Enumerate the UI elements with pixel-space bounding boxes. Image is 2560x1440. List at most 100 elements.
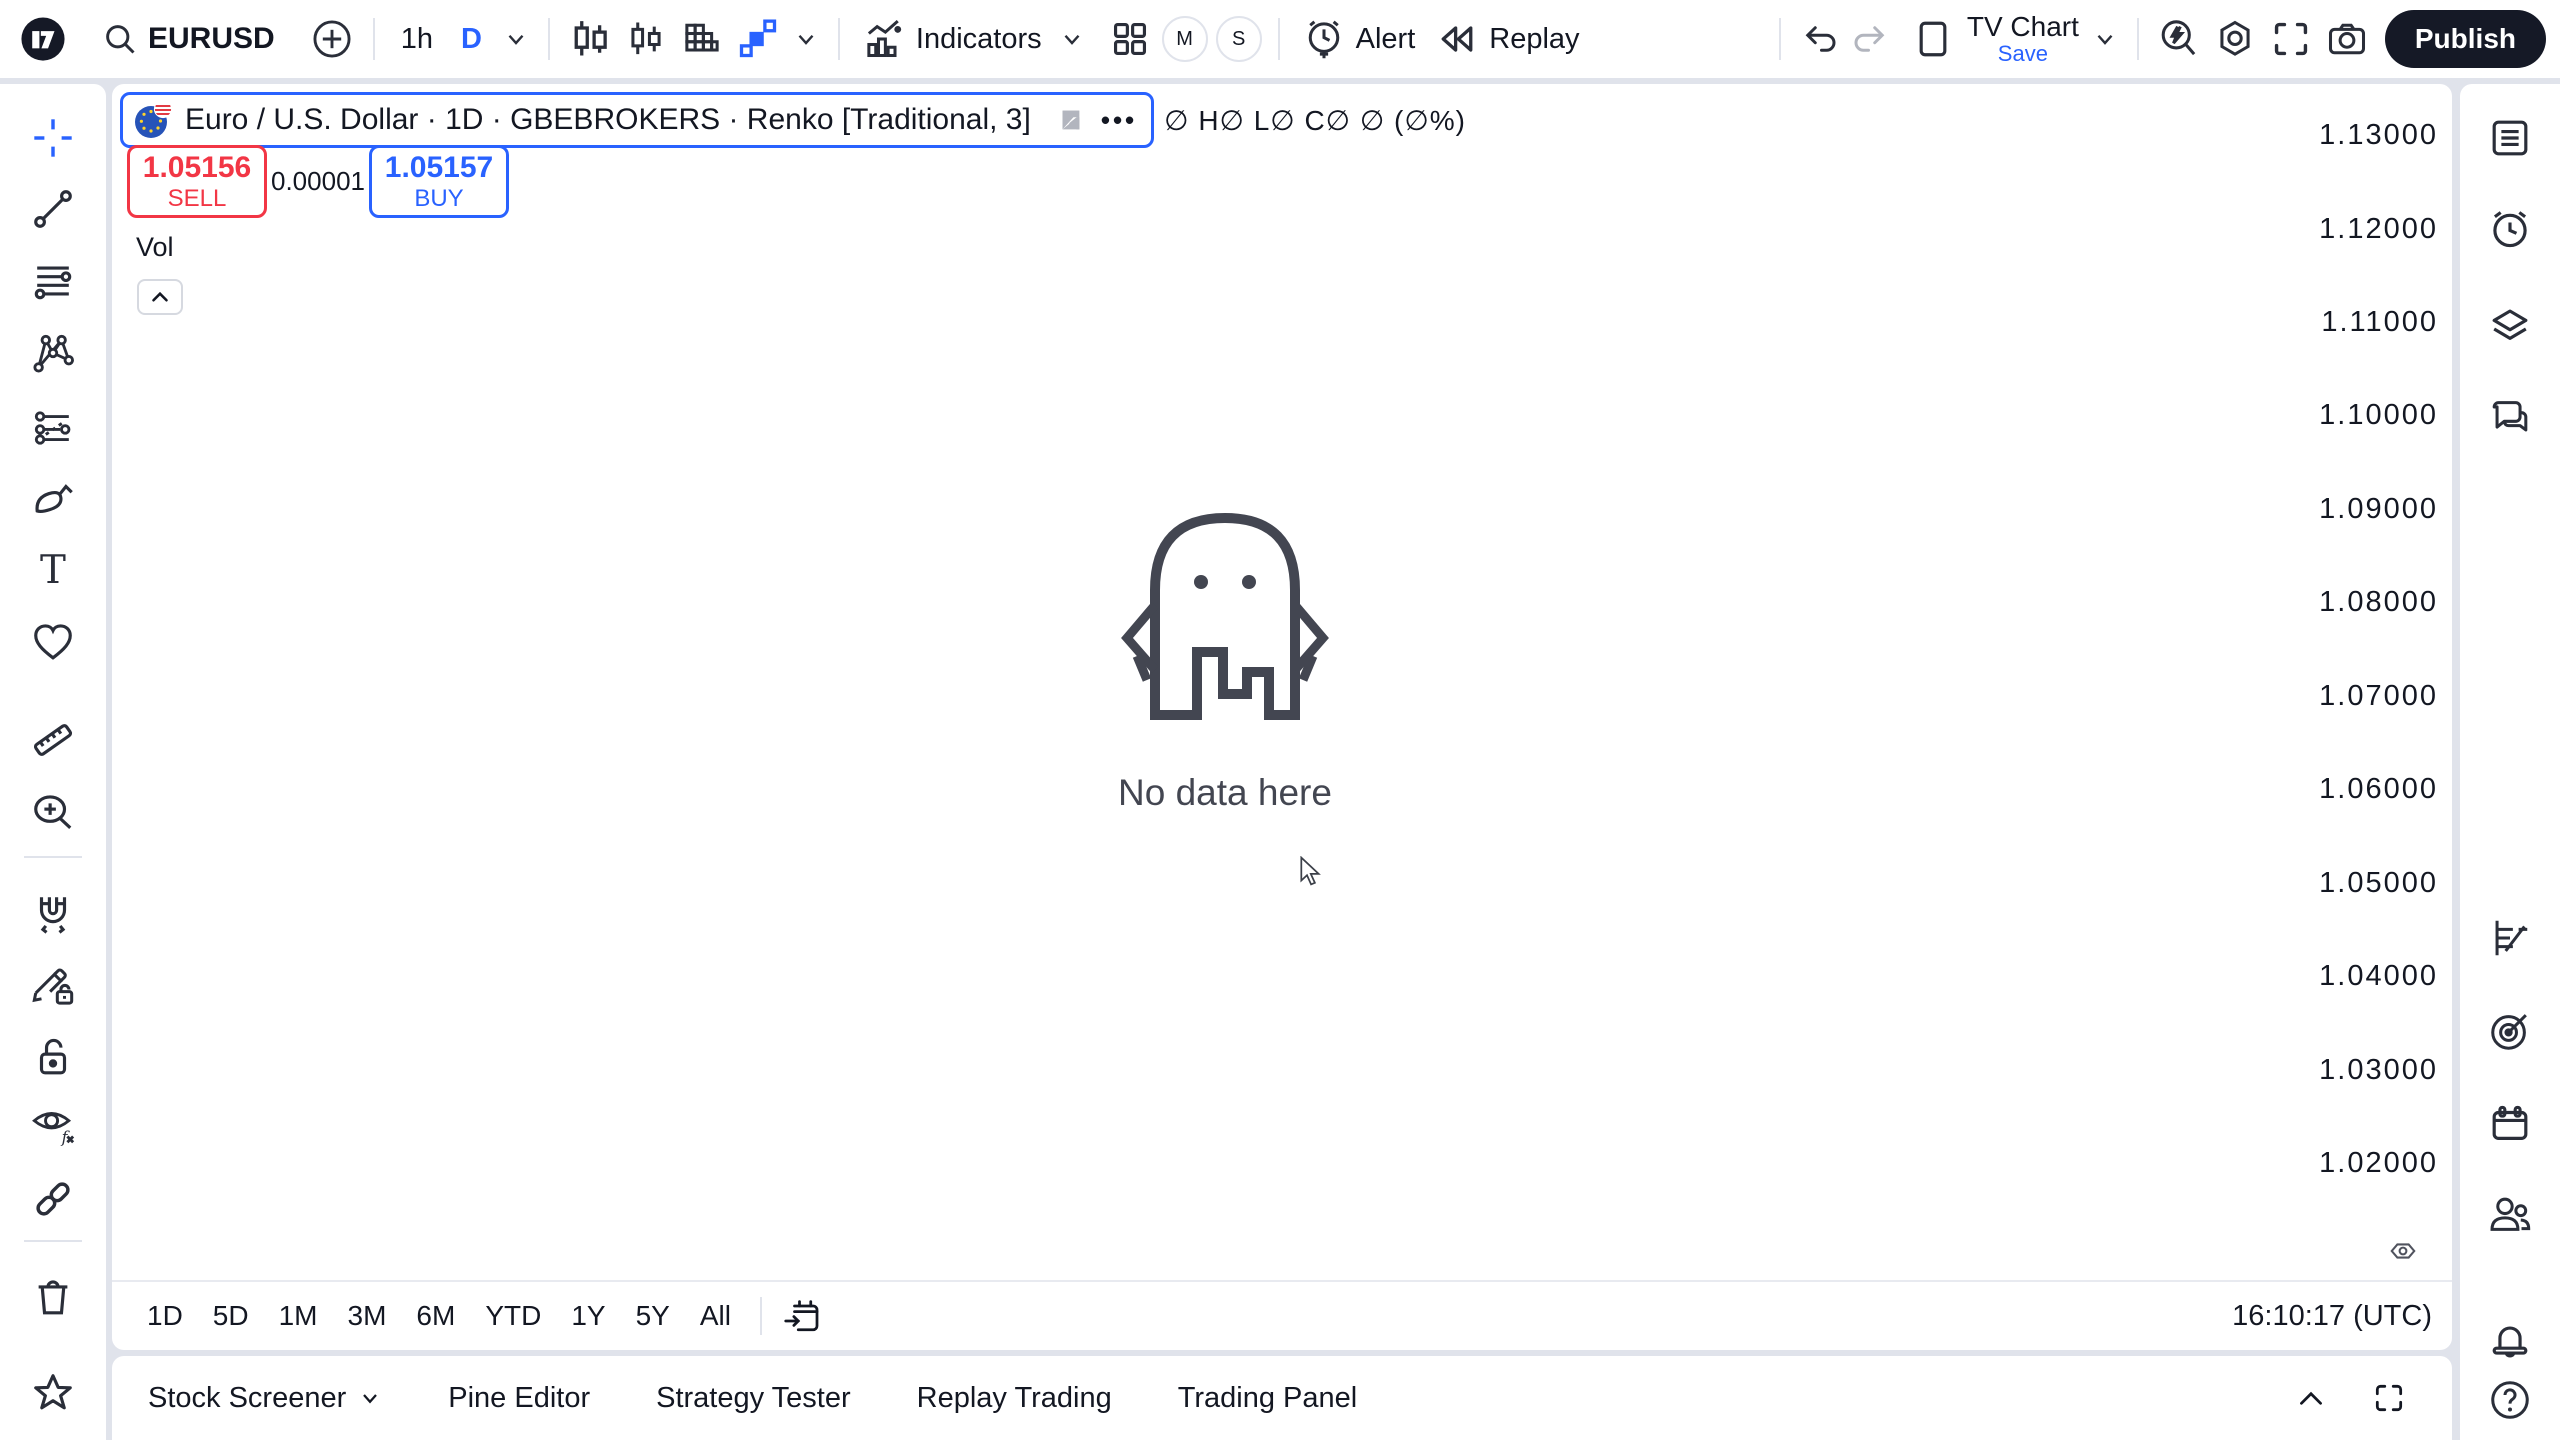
range-button-6m[interactable]: 6M [401,1300,470,1332]
interval-button-1h[interactable]: 1h [387,10,447,68]
expand-panel-chevron-icon[interactable] [2294,1381,2328,1415]
layout-template-button[interactable] [1905,10,1961,68]
price-axis-label[interactable]: 1.11000 [2321,305,2438,339]
quick-search-button[interactable] [2151,10,2207,68]
price-axis-label[interactable]: 1.02000 [2319,1146,2438,1180]
alerts-button[interactable] [2480,199,2540,259]
chart-type-hollow-candles-button[interactable] [618,10,674,68]
replay-label: Replay [1489,23,1579,56]
chat-button[interactable] [2480,387,2540,447]
flag-marker-icon[interactable] [1055,105,1085,135]
buy-button[interactable]: 1.05157 BUY [369,145,509,218]
range-button-ytd[interactable]: YTD [470,1300,556,1332]
sync-drawings-tool[interactable] [23,1169,83,1229]
chart-type-columns-button[interactable] [674,10,730,68]
replay-button[interactable]: Replay [1425,10,1589,68]
drawing-lock-tool[interactable] [23,953,83,1013]
price-axis-label[interactable]: 1.05000 [2319,866,2438,900]
measure-tool[interactable] [23,710,83,770]
chart-pane[interactable]: Euro / U.S. Dollar · 1D · GBEBROKERS · R… [112,84,2452,1350]
layout-grid-button[interactable] [1102,10,1158,68]
zoom-in-tool[interactable] [23,782,83,842]
alarm-clock-icon [2487,206,2533,252]
trend-line-tool[interactable] [23,179,83,239]
layout-menu-button[interactable] [2085,10,2125,68]
indicators-button[interactable]: Indicators [852,10,1052,68]
help-button[interactable] [2480,1370,2540,1430]
volume-study-label[interactable]: Vol [136,232,174,263]
community-button[interactable] [2480,1185,2540,1245]
price-axis-label[interactable]: 1.08000 [2319,585,2438,619]
legend-more-button[interactable]: ••• [1101,105,1137,136]
session-clock[interactable]: 16:10:17 (UTC) [2232,1300,2432,1333]
singlechart-badge[interactable]: S [1216,16,1262,62]
interval-menu-button[interactable] [496,10,536,68]
dom-button[interactable] [2480,908,2540,968]
brush-tool[interactable] [23,468,83,528]
range-button-1y[interactable]: 1Y [556,1300,620,1332]
price-axis-label[interactable]: 1.07000 [2319,679,2438,713]
chart-type-renko-button[interactable] [730,10,786,68]
price-axis-label[interactable]: 1.03000 [2319,1053,2438,1087]
screener-target-button[interactable] [2480,1001,2540,1061]
price-axis-label[interactable]: 1.06000 [2319,772,2438,806]
range-button-all[interactable]: All [685,1300,746,1332]
symbol-search-button[interactable]: EURUSD [90,10,287,68]
interval-button-1d[interactable]: D [447,10,496,68]
magnet-tool[interactable] [23,883,83,943]
alert-button[interactable]: Alert [1292,10,1426,68]
price-axis-label[interactable]: 1.04000 [2319,959,2438,993]
text-tool[interactable]: T [23,540,83,600]
publish-button[interactable]: Publish [2385,10,2546,68]
save-label[interactable]: Save [1998,42,2048,66]
tab-trading-panel[interactable]: Trading Panel [1178,1382,1357,1415]
maximize-panel-icon[interactable] [2372,1381,2406,1415]
price-scale-settings-button[interactable] [2388,1236,2418,1271]
tab-pine-editor[interactable]: Pine Editor [448,1382,590,1415]
notifications-button[interactable] [2480,1311,2540,1371]
watchlist-button[interactable] [2480,108,2540,168]
chart-type-candles-button[interactable] [562,10,618,68]
range-button-5d[interactable]: 5D [198,1300,264,1332]
tab-replay-trading[interactable]: Replay Trading [917,1382,1112,1415]
legend-collapse-button[interactable] [137,279,183,315]
price-axis-label[interactable]: 1.13000 [2319,118,2438,152]
emoji-tool[interactable] [23,612,83,672]
snapshot-button[interactable] [2319,10,2375,68]
chart-type-menu-button[interactable] [786,10,826,68]
watchlist-icon [2487,115,2533,161]
range-button-5y[interactable]: 5Y [621,1300,685,1332]
remove-drawings-tool[interactable] [23,1267,83,1327]
fib-retracement-tool[interactable] [23,251,83,311]
multichart-badge[interactable]: M [1162,16,1208,62]
range-button-1m[interactable]: 1M [264,1300,333,1332]
add-symbol-button[interactable] [303,10,361,68]
redo-button[interactable] [1845,10,1897,68]
tab-strategy-tester[interactable]: Strategy Tester [656,1382,851,1415]
calendar-button[interactable] [2480,1094,2540,1154]
tradingview-logo[interactable] [14,10,72,68]
projection-tool[interactable] [23,398,83,458]
indicators-menu-button[interactable] [1052,10,1092,68]
lock-all-tool[interactable] [23,1027,83,1087]
symbol-button[interactable]: Euro / U.S. Dollar · 1D · GBEBROKERS · R… [120,92,1154,148]
tab-stock-screener[interactable]: Stock Screener [148,1382,382,1415]
hide-drawings-tool[interactable]: f [23,1095,83,1155]
price-axis-label[interactable]: 1.10000 [2319,398,2438,432]
price-axis-label[interactable]: 1.12000 [2319,212,2438,246]
undo-button[interactable] [1793,10,1845,68]
settings-button[interactable] [2207,10,2263,68]
xabcd-pattern-tool[interactable] [23,323,83,383]
range-button-1d[interactable]: 1D [132,1300,198,1332]
replay-rewind-icon [1435,17,1479,61]
sell-button[interactable]: 1.05156 SELL [127,145,267,218]
go-to-date-button[interactable] [776,1290,828,1342]
object-tree-button[interactable] [2480,294,2540,354]
eye-fx-icon: f [30,1102,76,1148]
range-button-3m[interactable]: 3M [333,1300,402,1332]
favorites-tool[interactable] [23,1363,83,1423]
fullscreen-button[interactable] [2263,10,2319,68]
crosshair-tool[interactable] [23,108,83,168]
layout-name-button[interactable]: TV Chart Save [1967,12,2079,66]
price-axis-label[interactable]: 1.09000 [2319,492,2438,526]
